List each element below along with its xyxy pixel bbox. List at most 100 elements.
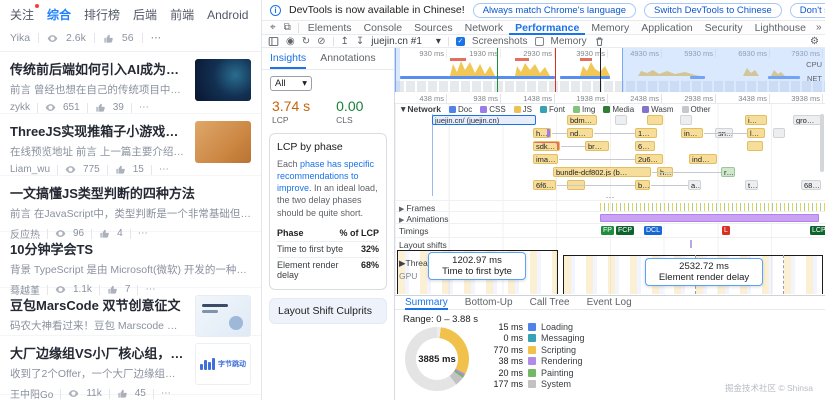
like-icon[interactable] (99, 228, 110, 239)
cls-value[interactable]: 0.00 (336, 98, 363, 114)
layout-shift-mark[interactable] (690, 240, 692, 248)
save-profile-icon[interactable]: ↧ (356, 36, 364, 47)
network-request[interactable]: bundle-dcf802.js (b… (553, 167, 651, 177)
lcp-value[interactable]: 3.74 s (272, 98, 310, 114)
more-tabs-icon[interactable]: » (812, 22, 825, 33)
more-icon[interactable]: ⋯ (138, 228, 148, 239)
network-request[interactable]: ind… (689, 154, 717, 164)
article-item[interactable]: 传统前后端如何引入AI成为AI全栈项目？ ... 前言 曾经也想在自己的传统项目… (0, 52, 261, 114)
network-request[interactable]: juejin.cn/ (juejin.cn) (432, 115, 536, 125)
article-title[interactable]: 一文搞懂JS类型判断的四种方法 (10, 183, 251, 202)
network-request[interactable]: gro… (793, 115, 821, 125)
nav-backend[interactable]: 后端 (133, 6, 157, 23)
screenshots-checkbox[interactable]: ✓ (456, 37, 465, 46)
tab-console[interactable]: Console (358, 21, 409, 35)
more-icon[interactable]: ⋯ (159, 164, 169, 175)
article-title[interactable]: 大厂边缘组VS小厂核心组，要怎么选？ (10, 343, 185, 362)
main-thread-track[interactable]: ▶Thread Poo GPU 1202.97 ms Time to first… (395, 249, 825, 295)
network-request[interactable]: nd… (567, 128, 593, 138)
article-title[interactable]: 传统前后端如何引入AI成为AI全栈项目？ ... (10, 59, 185, 78)
tab-lighthouse[interactable]: Lighthouse (749, 21, 812, 35)
tab-memory[interactable]: Memory (585, 21, 635, 35)
timings-track[interactable]: Timings FP FCP DCL L LCP (395, 223, 825, 237)
tab-network[interactable]: Network (459, 21, 510, 35)
record-reload-icon[interactable]: ↻ (302, 36, 310, 47)
like-icon[interactable] (103, 33, 114, 44)
tab-insights[interactable]: Insights (270, 52, 306, 69)
article-title[interactable]: 10分钟学会TS (10, 239, 251, 258)
network-request[interactable] (747, 141, 763, 151)
article-item[interactable]: ThreeJS实现推箱子小游戏【二】 在线预览地址 前言 上一篇主要介绍了怎么创… (0, 114, 261, 176)
nav-comprehensive[interactable]: 综合 (47, 6, 71, 23)
device-toolbar-icon[interactable]: ⧉ (280, 22, 295, 33)
network-request[interactable]: t… (745, 180, 758, 190)
dcl-marker[interactable]: DCL (644, 226, 662, 235)
network-request[interactable]: h… (533, 128, 551, 138)
tab-call-tree[interactable]: Call Tree (530, 295, 570, 310)
vertical-scrollbar[interactable] (820, 114, 824, 172)
network-request[interactable]: b… (635, 180, 650, 190)
article-item[interactable]: 一文搞懂JS类型判断的四种方法 前言 在JavaScript中，类型判断是一个非… (0, 176, 261, 232)
network-request[interactable]: l… (747, 128, 765, 138)
network-request[interactable] (647, 115, 663, 125)
like-icon[interactable] (95, 102, 106, 113)
fp-marker[interactable]: FP (601, 226, 614, 235)
like-icon[interactable] (115, 164, 126, 175)
like-icon[interactable] (117, 388, 128, 399)
author-name[interactable]: zykk (10, 102, 30, 113)
record-icon[interactable]: ◉ (286, 36, 295, 47)
garbage-collect-icon[interactable] (594, 36, 605, 47)
network-request[interactable]: 68… (801, 180, 821, 190)
overview-dim-right[interactable] (622, 48, 825, 92)
nav-android[interactable]: Android (207, 8, 248, 22)
article-thumbnail[interactable]: 字节跳动 (195, 343, 251, 385)
switch-chinese-button[interactable]: Switch DevTools to Chinese (644, 3, 782, 18)
tab-application[interactable]: Application (635, 21, 698, 35)
toggle-sidebar-icon[interactable] (268, 36, 279, 47)
network-request[interactable]: 2u6… (635, 154, 663, 164)
fcp-marker[interactable]: FCP (616, 226, 634, 235)
like-icon[interactable] (107, 284, 118, 295)
article-thumbnail[interactable] (195, 59, 251, 101)
network-request[interactable]: sdk… (533, 141, 560, 151)
network-request[interactable]: in… (681, 128, 703, 138)
tab-sources[interactable]: Sources (408, 21, 459, 35)
nav-ranking[interactable]: 排行榜 (84, 6, 120, 23)
tab-event-log[interactable]: Event Log (587, 295, 632, 310)
lcp-marker[interactable]: LCP (810, 226, 825, 235)
network-request[interactable]: br… (585, 141, 609, 151)
tab-elements[interactable]: Elements (302, 21, 358, 35)
frames-track[interactable]: ▶Frames (395, 200, 825, 211)
article-thumbnail[interactable] (195, 121, 251, 163)
dont-show-again-button[interactable]: Don't show again (790, 3, 825, 18)
nav-frontend[interactable]: 前端 (170, 6, 194, 23)
author-name[interactable]: Yika (10, 32, 30, 44)
layout-shift-culprits-card[interactable]: Layout Shift Culprits (269, 298, 387, 324)
clear-icon[interactable]: ⊘ (317, 36, 325, 47)
network-request[interactable]: bdm… (567, 115, 597, 125)
timeline-overview[interactable]: 930 ms 1930 ms 2930 ms 3930 ms 4930 ms 5… (395, 48, 825, 92)
article-item[interactable]: 大厂边缘组VS小厂核心组，要怎么选？ 收到了2个Offer，一个大厂边缘组，一个… (0, 336, 261, 394)
tab-bottom-up[interactable]: Bottom-Up (465, 295, 513, 310)
article-item[interactable]: 10分钟学会TS 背景 TypeScript 是由 Microsoft(微软) … (0, 232, 261, 288)
tab-performance[interactable]: Performance (509, 21, 585, 35)
network-request[interactable] (615, 115, 627, 125)
network-track-header[interactable]: ▼Network Doc CSS JS Font Img Media Wasm … (395, 104, 825, 114)
network-requests-track[interactable]: juejin.cn/ (juejin.cn) bdm… i… gro… h… n… (395, 114, 825, 196)
author-name[interactable]: Liam_wu (10, 164, 50, 175)
network-request[interactable]: a… (688, 180, 701, 190)
tab-summary[interactable]: Summary (405, 295, 448, 310)
match-language-button[interactable]: Always match Chrome's language (473, 3, 636, 18)
nav-follow[interactable]: 关注 (10, 6, 34, 23)
animations-track[interactable]: ▶Animations (395, 211, 825, 223)
network-request[interactable] (680, 115, 692, 125)
author-name[interactable]: 王中阳Go (10, 386, 53, 400)
article-title[interactable]: 豆包MarsCode 双节创意征文 (10, 295, 185, 314)
more-icon[interactable]: ⋯ (145, 284, 155, 295)
network-request[interactable]: 1… (635, 128, 657, 138)
article-title[interactable]: ThreeJS实现推箱子小游戏【二】 (10, 121, 185, 140)
article-item[interactable]: 豆包MarsCode 双节创意征文 码农大神看过来！豆包 Marscode 双节… (0, 288, 261, 336)
lcp-by-phase-card[interactable]: LCP by phase Each phase has specific rec… (269, 133, 387, 290)
tab-annotations[interactable]: Annotations (320, 52, 375, 69)
insights-filter-select[interactable]: All▾ (270, 76, 312, 91)
